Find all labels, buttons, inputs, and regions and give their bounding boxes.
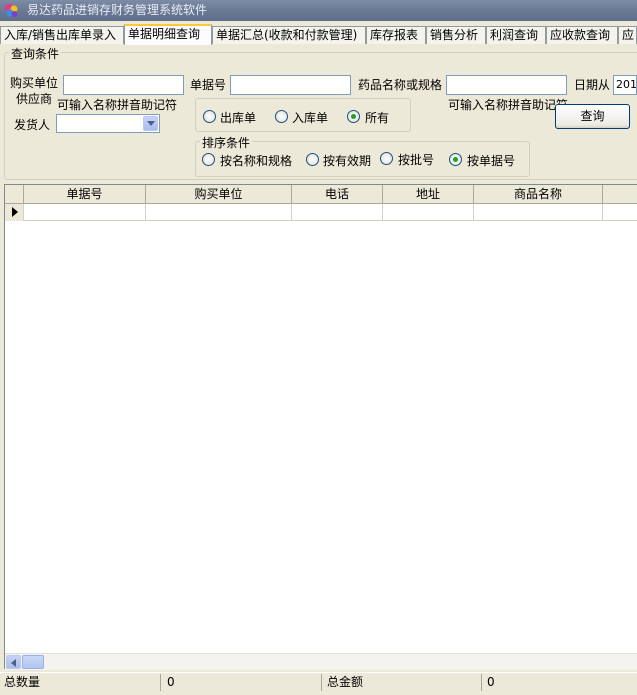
total-amount-value: 0 (487, 675, 495, 689)
status-bar: 总数量 0 总金额 0 (0, 672, 637, 695)
tab-label: 销售分析 (430, 28, 479, 42)
buyer-input[interactable] (63, 75, 184, 95)
cell-product-name[interactable] (474, 204, 603, 221)
tab-label: 利润查询 (490, 28, 539, 42)
tab-label: 单据汇总(收款和付款管理) (216, 28, 358, 42)
drug-label: 药品名称或规格 (358, 78, 443, 92)
column-header-buyer[interactable]: 购买单位 (146, 185, 292, 204)
column-header-address[interactable]: 地址 (383, 185, 474, 204)
tab-profit-query[interactable]: 利润查询 (486, 26, 546, 44)
date-from-label: 日期从 (574, 78, 611, 92)
table-row[interactable] (5, 204, 637, 221)
radio-all[interactable] (347, 110, 360, 123)
tab-strip: 入库/销售出库单录入 单据明细查询 单据汇总(收款和付款管理) 库存报表 销售分… (0, 24, 637, 45)
date-from-picker[interactable]: 2019 (613, 75, 637, 95)
row-indicator-icon (5, 204, 24, 221)
sort-group-title: 排序条件 (200, 134, 253, 151)
buyer-hint: 可输入名称拼音助记符 (57, 98, 178, 112)
cell-phone[interactable] (292, 204, 383, 221)
total-qty-label: 总数量 (0, 674, 161, 691)
cell-buyer[interactable] (146, 204, 292, 221)
buyer-label: 购买单位 (10, 76, 59, 90)
tab-label: 库存报表 (370, 28, 419, 42)
radio-sort-expiry-label: 按有效期 (323, 154, 372, 168)
title-bar: 易达药品进销存财务管理系统软件 (0, 0, 637, 21)
horizontal-scrollbar[interactable] (5, 653, 637, 670)
supplier-label: 供应商 (16, 92, 53, 106)
scroll-left-icon[interactable] (6, 655, 21, 669)
shipper-combo[interactable] (56, 114, 160, 133)
column-header-doc-no[interactable]: 单据号 (24, 185, 146, 204)
app-logo-icon (5, 4, 18, 17)
drug-hint: 可输入名称拼音助记符 (448, 98, 569, 112)
tab-detail-query[interactable]: 单据明细查询 (124, 24, 212, 45)
window-title: 易达药品进销存财务管理系统软件 (27, 3, 208, 17)
tab-label: 单据明细查询 (128, 27, 201, 41)
cell-address[interactable] (383, 204, 474, 221)
chevron-down-icon[interactable] (143, 116, 158, 131)
tab-summary[interactable]: 单据汇总(收款和付款管理) (212, 26, 366, 44)
tab-label: 入库/销售出库单录入 (4, 28, 117, 42)
results-grid[interactable]: 单据号 购买单位 电话 地址 商品名称 (4, 184, 637, 670)
tab-entry[interactable]: 入库/销售出库单录入 (0, 26, 124, 44)
doc-no-input[interactable] (230, 75, 351, 95)
column-header-filler (603, 185, 637, 204)
radio-sort-doc-no[interactable] (449, 153, 462, 166)
radio-sort-batch[interactable] (380, 152, 393, 165)
tab-more[interactable]: 应 (618, 26, 637, 44)
radio-sort-name-spec[interactable] (202, 153, 215, 166)
shipper-label: 发货人 (14, 118, 51, 132)
query-group-title: 查询条件 (9, 45, 62, 62)
column-header-product-name[interactable]: 商品名称 (474, 185, 603, 204)
tab-label: 应收款查询 (550, 28, 611, 42)
radio-all-label: 所有 (365, 111, 390, 125)
grid-header: 单据号 购买单位 电话 地址 商品名称 (5, 185, 637, 204)
doc-no-label: 单据号 (190, 78, 227, 92)
total-amount-label: 总金额 (323, 674, 482, 691)
tab-receivables-query[interactable]: 应收款查询 (546, 26, 618, 44)
radio-outbound[interactable] (203, 110, 216, 123)
drug-input[interactable] (446, 75, 567, 95)
radio-sort-expiry[interactable] (306, 153, 319, 166)
header-corner (5, 185, 24, 204)
cell-doc-no[interactable] (24, 204, 146, 221)
radio-outbound-label: 出库单 (220, 111, 257, 125)
radio-sort-batch-label: 按批号 (398, 153, 435, 167)
radio-sort-doc-no-label: 按单据号 (467, 154, 516, 168)
total-qty-value: 0 (163, 674, 322, 691)
scroll-thumb[interactable] (22, 655, 44, 669)
radio-inbound[interactable] (275, 110, 288, 123)
search-button[interactable]: 查询 (555, 104, 630, 129)
tab-sales-analysis[interactable]: 销售分析 (426, 26, 486, 44)
radio-inbound-label: 入库单 (292, 111, 329, 125)
radio-sort-name-spec-label: 按名称和规格 (220, 154, 293, 168)
tab-stock-report[interactable]: 库存报表 (366, 26, 426, 44)
tab-label: 应 (622, 28, 635, 42)
column-header-phone[interactable]: 电话 (292, 185, 383, 204)
